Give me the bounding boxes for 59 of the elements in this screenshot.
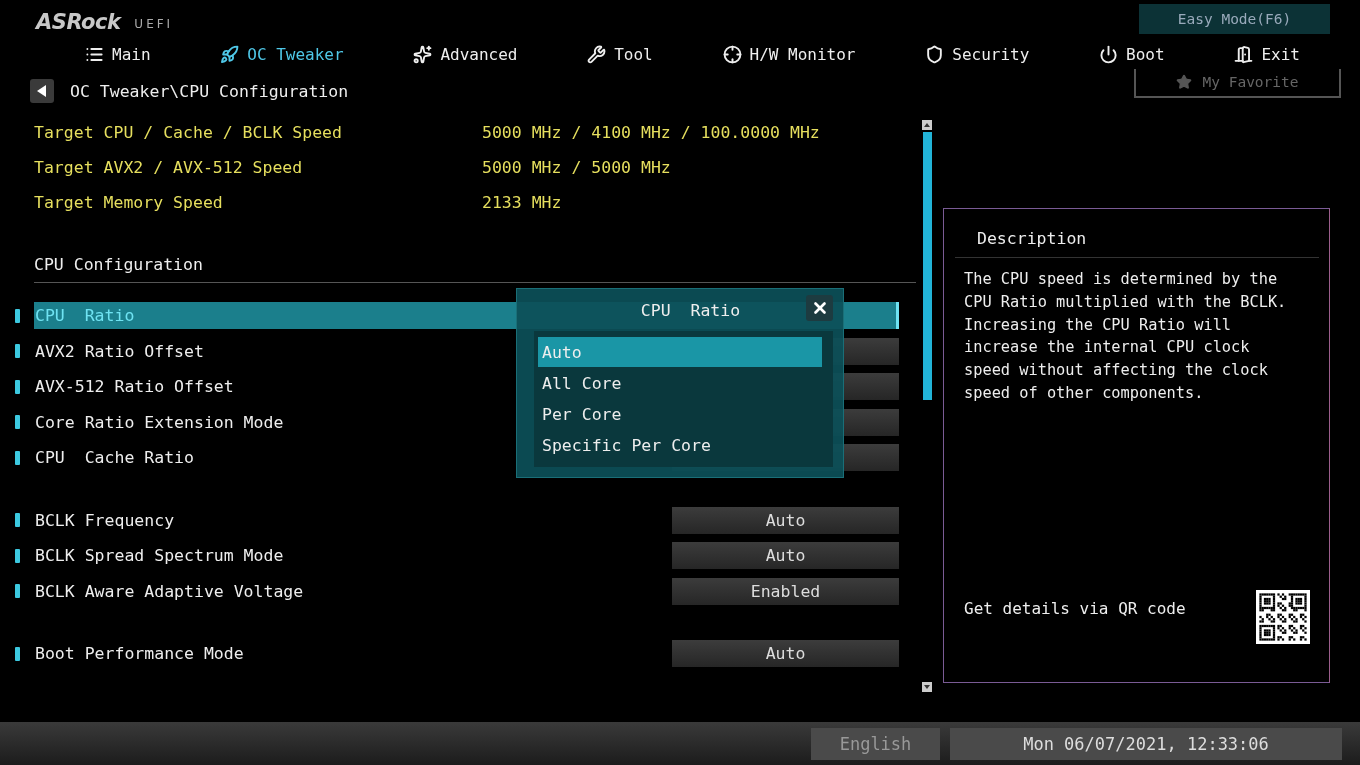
- bullet-icon: [15, 450, 20, 465]
- target-value: 5000 MHz / 4100 MHz / 100.0000 MHz: [482, 123, 821, 142]
- target-value: 2133 MHz: [482, 193, 563, 212]
- rocket-icon: [220, 44, 240, 64]
- menu-tab[interactable]: Advanced: [413, 44, 518, 64]
- menu-tab[interactable]: Boot: [1099, 44, 1165, 64]
- setting-value-field[interactable]: Auto: [672, 506, 899, 534]
- star-icon: [1176, 74, 1193, 90]
- qr-code-icon: [1256, 590, 1310, 644]
- setting-label[interactable]: BCLK Frequency: [34, 506, 672, 534]
- star-icon: [413, 44, 433, 64]
- setting-label[interactable]: Boot Performance Mode: [34, 640, 672, 668]
- bullet-icon: [15, 646, 20, 661]
- setting-label[interactable]: BCLK Spread Spectrum Mode: [34, 542, 672, 570]
- description-text: The CPU speed is determined by the CPU Ratio multiplied with the BCLK. Increasing the CPU Ratio will increase the internal CPU clock speed without affecting the clock speed of other components.: [964, 269, 1288, 404]
- bullet-icon: [15, 513, 20, 528]
- crosshair-icon: [722, 44, 742, 64]
- brand-logo: ASRock: [36, 10, 121, 34]
- target-value: 5000 MHz / 5000 MHz: [482, 158, 672, 177]
- bullet-icon: [15, 415, 20, 430]
- option-item[interactable]: Per Core: [538, 399, 822, 429]
- setting-value-field[interactable]: Enabled: [672, 577, 899, 605]
- menu-tab[interactable]: OC Tweaker: [220, 44, 344, 64]
- date-time: Mon 06/07/2021, 12:33:06: [950, 727, 1342, 760]
- scroll-down-icon[interactable]: [922, 682, 932, 692]
- qr-code-label: Get details via QR code: [964, 598, 1186, 618]
- scrollbar-thumb[interactable]: [922, 132, 932, 400]
- menu-tab[interactable]: Main: [85, 44, 151, 64]
- logo-subtitle: UEFI: [134, 17, 174, 31]
- back-button[interactable]: [30, 79, 54, 103]
- setting-value-field[interactable]: Auto: [672, 640, 899, 668]
- shield-icon: [925, 44, 945, 64]
- back-icon: [37, 85, 47, 97]
- wrench-icon: [587, 44, 607, 64]
- bullet-icon: [15, 308, 20, 323]
- target-label: Target CPU / Cache / BCLK Speed: [34, 123, 343, 142]
- door-icon: [1234, 44, 1254, 64]
- option-item[interactable]: All Core: [538, 368, 822, 398]
- section-title: CPU Configuration: [34, 255, 203, 274]
- menu-tab[interactable]: Security: [925, 44, 1030, 64]
- breadcrumb: OC Tweaker\CPU Configuration: [70, 81, 349, 101]
- easy-mode-button[interactable]: Easy Mode(F6): [1139, 4, 1330, 34]
- description-title: Description: [955, 209, 1319, 258]
- menu-tab[interactable]: Exit: [1234, 44, 1300, 64]
- setting-value-field[interactable]: Auto: [672, 542, 899, 570]
- bullet-icon: [15, 584, 20, 599]
- power-icon: [1099, 44, 1119, 64]
- target-label: Target Memory Speed: [34, 193, 224, 212]
- bullet-icon: [15, 379, 20, 394]
- bullet-icon: [15, 548, 20, 563]
- bullet-icon: [15, 344, 20, 359]
- target-label: Target AVX2 / AVX-512 Speed: [34, 158, 304, 177]
- menu-tab[interactable]: H/W Monitor: [722, 44, 856, 64]
- setting-label[interactable]: BCLK Aware Adaptive Voltage: [34, 577, 672, 605]
- close-button[interactable]: [806, 295, 833, 321]
- option-item[interactable]: Specific Per Core: [538, 430, 822, 460]
- menu-tab[interactable]: Tool: [587, 44, 653, 64]
- favorite-button[interactable]: My Favorite: [1134, 68, 1341, 98]
- scroll-up-icon[interactable]: [922, 120, 932, 130]
